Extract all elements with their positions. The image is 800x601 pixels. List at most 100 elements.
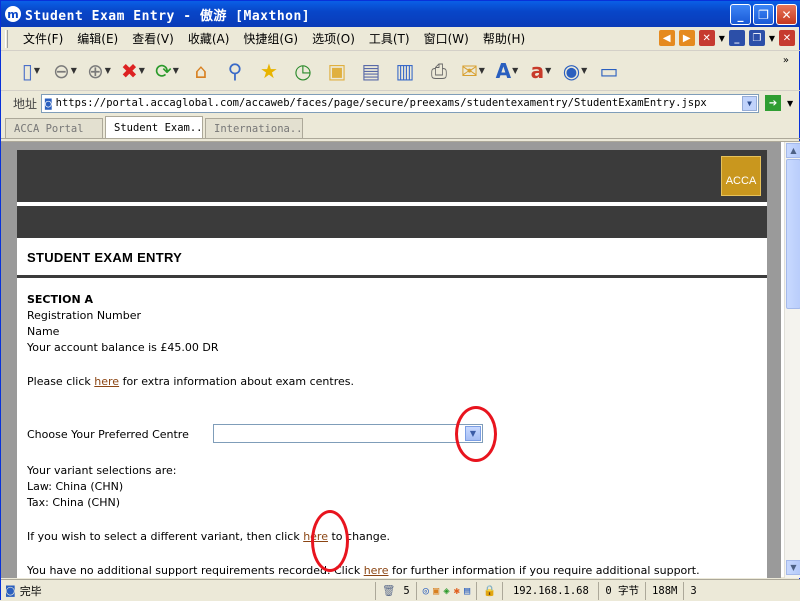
header-banner: ACCA bbox=[17, 150, 767, 202]
view-layout-icon[interactable]: ▥ bbox=[391, 57, 419, 85]
status-security[interactable]: 🔒 bbox=[476, 581, 502, 600]
trash-icon[interactable]: 🗑 bbox=[382, 584, 395, 597]
scroll-up-icon[interactable]: ▲ bbox=[786, 143, 800, 158]
tab-student-exam[interactable]: Student Exam... bbox=[105, 116, 203, 138]
menu-grip[interactable] bbox=[5, 29, 8, 48]
centre-info-post: for extra information about exam centres… bbox=[119, 375, 354, 388]
heading-rule bbox=[17, 275, 767, 278]
prev-tab-icon[interactable]: ◀ bbox=[658, 30, 675, 46]
url-dropdown-icon[interactable]: ▼ bbox=[742, 95, 758, 111]
minimize-tab-icon[interactable]: _ bbox=[728, 30, 745, 46]
page-title: STUDENT EXAM ENTRY bbox=[27, 250, 183, 265]
translate-icon[interactable]: a ▼ bbox=[527, 57, 555, 85]
address-label: 地址 bbox=[13, 96, 38, 111]
page-done-icon: ◙ bbox=[5, 584, 16, 597]
window-controls: _ ❐ ✕ bbox=[730, 4, 797, 25]
mail-icon[interactable]: ✉ ▼ bbox=[459, 57, 487, 85]
annotation-circle-link bbox=[311, 510, 349, 572]
name-label: Name bbox=[27, 325, 60, 338]
new-page-icon[interactable]: ▯ ▼ bbox=[17, 57, 45, 85]
status-bytes: 0 字节 bbox=[598, 581, 645, 600]
close-all-icon[interactable]: ✕ bbox=[779, 30, 795, 46]
window-title: Student Exam Entry - 傲游 [Maxthon] bbox=[25, 8, 311, 24]
preferred-centre-label: Choose Your Preferred Centre bbox=[27, 428, 189, 441]
maxthon-app-icon[interactable]: m bbox=[5, 6, 21, 22]
status-trash[interactable]: 🗑 5 bbox=[375, 581, 416, 600]
book-icon[interactable]: ▤ bbox=[357, 57, 385, 85]
support-link[interactable]: here bbox=[364, 564, 389, 577]
back-icon[interactable]: ⊖ ▼ bbox=[51, 57, 79, 85]
fullscreen-icon[interactable]: ▭ bbox=[595, 57, 623, 85]
forward-icon[interactable]: ⊕ ▼ bbox=[85, 57, 113, 85]
support-pre: You have no additional support requireme… bbox=[27, 564, 364, 577]
status-memory: 188M bbox=[645, 581, 683, 600]
address-bar: 地址 ◙ https://portal.accaglobal.com/accaw… bbox=[1, 91, 800, 115]
scroll-down-icon[interactable]: ▼ bbox=[786, 560, 800, 575]
centre-info-link[interactable]: here bbox=[94, 375, 119, 388]
favorites-star-icon[interactable]: ★ bbox=[255, 57, 283, 85]
folder-icon[interactable]: ▣ bbox=[323, 57, 351, 85]
history-icon[interactable]: ◷ bbox=[289, 57, 317, 85]
tab-international[interactable]: Internationa... bbox=[205, 118, 303, 138]
close-button[interactable]: ✕ bbox=[776, 4, 797, 25]
menu-favorites[interactable]: 收藏(A) bbox=[181, 30, 237, 47]
chevron-down-icon[interactable]: ▼ bbox=[769, 34, 775, 43]
search-icon[interactable]: ⚲ bbox=[221, 57, 249, 85]
scroll-thumb[interactable] bbox=[786, 159, 800, 309]
page-icon: ◙ bbox=[45, 96, 52, 110]
popup-block-icon[interactable]: ▣ bbox=[433, 585, 439, 597]
flash-icon[interactable]: ✱ bbox=[454, 585, 460, 597]
title-bar[interactable]: m Student Exam Entry - 傲游 [Maxthon] _ ❐ … bbox=[1, 1, 800, 27]
annotation-circle-dropdown bbox=[455, 406, 497, 462]
url-input[interactable]: ◙ https://portal.accaglobal.com/accaweb/… bbox=[41, 93, 760, 113]
preferred-centre-select[interactable]: ▼ bbox=[213, 424, 483, 443]
lock-icon[interactable]: 🔒 bbox=[483, 584, 496, 597]
variant-change-pre: If you wish to select a different varian… bbox=[27, 530, 304, 543]
variant-intro: Your variant selections are: bbox=[27, 464, 177, 477]
vertical-scrollbar[interactable]: ▲ ▼ bbox=[784, 142, 800, 578]
browser-window: m Student Exam Entry - 傲游 [Maxthon] _ ❐ … bbox=[0, 0, 800, 601]
minimize-button[interactable]: _ bbox=[730, 4, 751, 25]
menu-right-controls: ◀ ▶ ✕ ▼ _ ❐ ▼ ✕ bbox=[658, 30, 795, 46]
chevron-down-icon[interactable]: ▼ bbox=[719, 34, 725, 43]
stop-icon[interactable]: ✖ ▼ bbox=[119, 57, 147, 85]
home-icon[interactable]: ⌂ bbox=[187, 57, 215, 85]
support-line: You have no additional support requireme… bbox=[27, 564, 700, 577]
print-icon[interactable]: ⎙ bbox=[425, 57, 453, 85]
registration-label: Registration Number bbox=[27, 309, 142, 322]
restore-tab-icon[interactable]: ❐ bbox=[748, 30, 765, 46]
refresh-icon[interactable]: ⟳ ▼ bbox=[153, 57, 181, 85]
toolbar: ▯ ▼ ⊖ ▼ ⊕ ▼ ✖ ▼ ⟳ ▼ ⌂ ⚲ ★ ◷ ▣ ▤ ▥ ⎙ ✉ ▼ A ▼ a ▼ … bbox=[1, 51, 800, 91]
next-tab-icon[interactable]: ▶ bbox=[678, 30, 695, 46]
globe-icon[interactable]: ◉ ▼ bbox=[561, 57, 589, 85]
acca-logo[interactable]: ACCA bbox=[721, 156, 761, 196]
menu-window[interactable]: 窗口(W) bbox=[417, 30, 476, 47]
ad-filter-icon[interactable]: ◈ bbox=[443, 585, 449, 597]
status-ip: 192.168.1.68 bbox=[502, 581, 598, 600]
toolbar-overflow-icon[interactable]: » bbox=[783, 55, 789, 66]
nav-banner bbox=[17, 206, 767, 238]
menu-options[interactable]: 选项(O) bbox=[305, 30, 362, 47]
download-icon[interactable]: ▤ bbox=[464, 585, 470, 597]
chevron-down-icon[interactable]: ▼ bbox=[787, 99, 793, 108]
go-icon[interactable]: ➔ bbox=[765, 95, 782, 111]
close-tab-icon[interactable]: ✕ bbox=[698, 30, 715, 46]
status-bar: ◙ 完毕 🗑 5 ◎ ▣ ◈ ✱ ▤ 🔒 192.168.1.68 0 字节 1… bbox=[1, 579, 800, 601]
balance-text: Your account balance is £45.00 DR bbox=[27, 341, 219, 354]
menu-bar: 文件(F) 编辑(E) 查看(V) 收藏(A) 快捷组(G) 选项(O) 工具(… bbox=[1, 27, 800, 51]
menu-tools[interactable]: 工具(T) bbox=[362, 30, 417, 47]
tab-strip: ACCA Portal Student Exam... Internationa… bbox=[1, 116, 800, 139]
menu-groups[interactable]: 快捷组(G) bbox=[236, 30, 305, 47]
restore-button[interactable]: ❐ bbox=[753, 4, 774, 25]
status-icons: ◎ ▣ ◈ ✱ ▤ bbox=[415, 581, 477, 600]
menu-file[interactable]: 文件(F) bbox=[16, 30, 70, 47]
menu-edit[interactable]: 编辑(E) bbox=[70, 30, 125, 47]
font-size-icon[interactable]: A ▼ bbox=[493, 57, 521, 85]
menu-help[interactable]: 帮助(H) bbox=[476, 30, 532, 47]
status-text: 完毕 bbox=[19, 584, 42, 598]
support-post: for further information if you require a… bbox=[388, 564, 700, 577]
url-text[interactable]: https://portal.accaglobal.com/accaweb/fa… bbox=[56, 97, 707, 109]
proxy-icon[interactable]: ◎ bbox=[423, 585, 429, 597]
tab-acca-portal[interactable]: ACCA Portal bbox=[5, 118, 103, 138]
menu-view[interactable]: 查看(V) bbox=[125, 30, 181, 47]
